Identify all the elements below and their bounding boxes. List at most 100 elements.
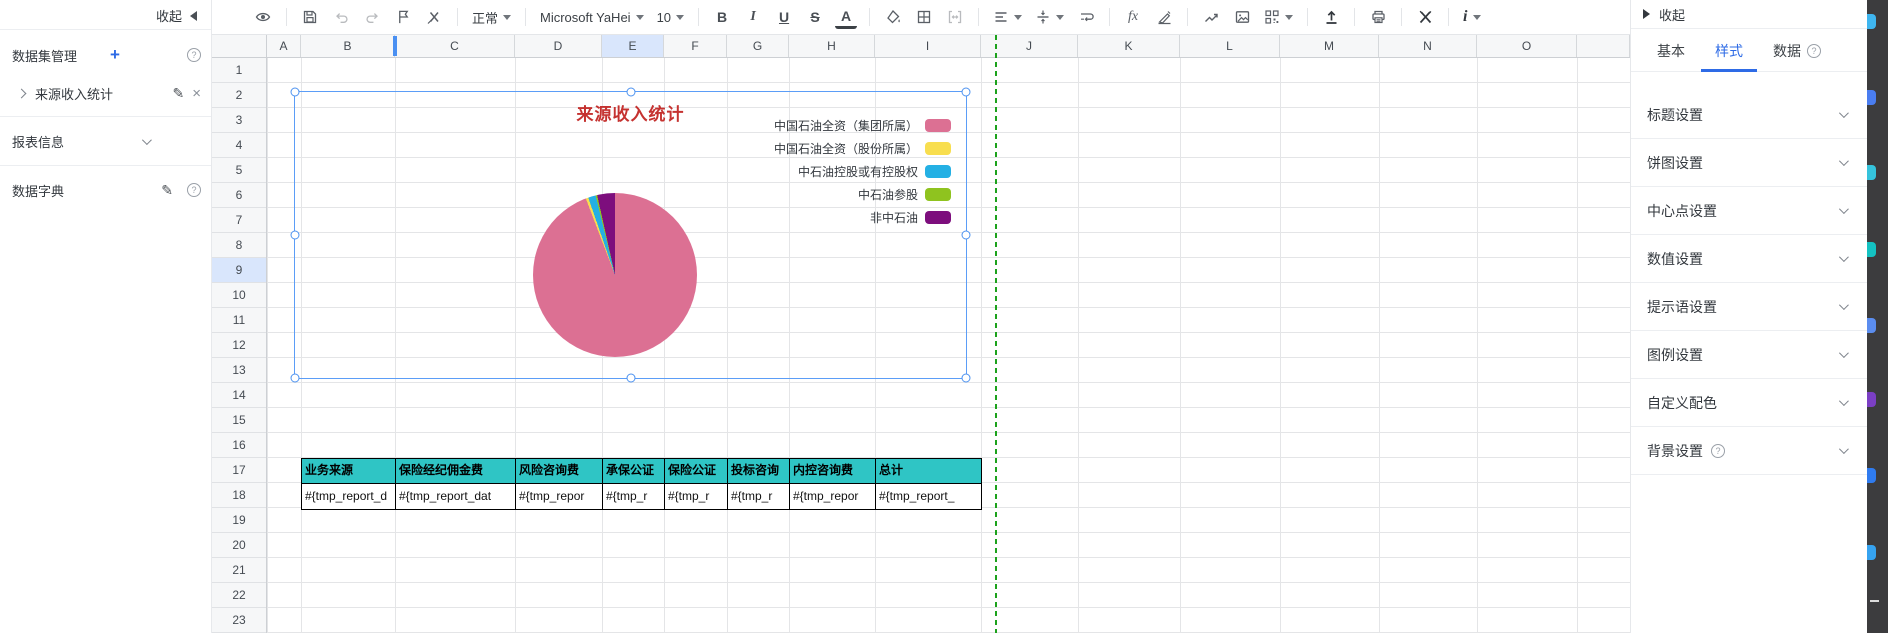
selection-handle[interactable] [626,373,635,383]
table-header-cell[interactable]: 保险公证 [664,458,728,484]
conditional-format-icon[interactable] [1153,5,1175,29]
section-4[interactable]: 数值设置 [1631,235,1868,283]
info-dropdown[interactable]: i [1461,8,1482,26]
table-value-cell[interactable]: #{tmp_repor [515,483,603,510]
toolkit-icon[interactable] [1414,5,1436,29]
dock-icon[interactable] [1867,165,1876,180]
section-1[interactable]: 标题设置 [1631,91,1868,139]
merge-cells-icon[interactable] [944,5,966,29]
redo-icon[interactable] [361,5,383,29]
row-header-21[interactable]: 21 [212,558,266,583]
dataset-help-icon[interactable]: ? [187,48,201,62]
column-header-extra[interactable] [1577,35,1630,57]
column-header-B[interactable]: B [301,35,395,57]
section-5[interactable]: 提示语设置 [1631,283,1868,331]
table-header-cell[interactable]: 投标咨询 [727,458,790,484]
column-header-F[interactable]: F [664,35,727,57]
column-header-G[interactable]: G [727,35,789,57]
column-header-A[interactable]: A [267,35,301,57]
dock-icon[interactable] [1867,14,1876,29]
preview-eye-icon[interactable] [252,5,274,29]
table-value-cell[interactable]: #{tmp_r [664,483,728,510]
tab-data-help-icon[interactable]: ? [1807,44,1821,58]
panel-collapse-label[interactable]: 收起 [1659,5,1685,24]
selection-handle[interactable] [290,87,300,97]
delete-dataset-icon[interactable]: × [192,85,201,102]
row-header-16[interactable]: 16 [212,433,266,458]
upload-icon[interactable] [1320,5,1342,29]
table-header-cell[interactable]: 总计 [875,458,982,484]
italic-icon[interactable]: I [742,5,764,29]
row-header-8[interactable]: 8 [212,233,266,258]
row-header-2[interactable]: 2 [212,83,266,108]
selection-handle[interactable] [290,373,300,383]
select-all-corner[interactable] [212,35,267,58]
print-icon[interactable] [1367,5,1389,29]
selection-handle[interactable] [961,373,971,383]
table-value-cell[interactable]: #{tmp_r [727,483,790,510]
column-header-M[interactable]: M [1280,35,1379,57]
column-header-O[interactable]: O [1477,35,1577,57]
selection-handle[interactable] [290,230,300,240]
row-header-20[interactable]: 20 [212,533,266,558]
dock-icon[interactable] [1867,90,1876,105]
insert-chart-icon[interactable] [1200,5,1222,29]
align-vertical-dropdown[interactable] [1033,9,1066,25]
row-header-1[interactable]: 1 [212,58,266,83]
row-header-19[interactable]: 19 [212,508,266,533]
row-header-23[interactable]: 23 [212,608,266,633]
pie-chart[interactable] [533,193,697,357]
tab-basic[interactable]: 基本 [1657,41,1685,61]
fill-color-icon[interactable] [882,5,904,29]
column-header-K[interactable]: K [1078,35,1180,57]
strikethrough-icon[interactable]: S [804,5,826,29]
bold-icon[interactable]: B [711,5,733,29]
align-horizontal-dropdown[interactable] [991,9,1024,25]
sidebar-collapse-button[interactable]: 收起 [156,6,197,25]
table-value-cell[interactable]: #{tmp_report_dat [395,483,516,510]
row-header-9[interactable]: 9 [212,258,266,283]
column-header-E[interactable]: E [602,35,664,57]
section-help-icon[interactable]: ? [1711,443,1725,458]
formula-fx-icon[interactable]: fx [1122,5,1144,29]
table-value-cell[interactable]: #{tmp_repor [789,483,876,510]
row-header-10[interactable]: 10 [212,283,266,308]
row-header-14[interactable]: 14 [212,383,266,408]
section-8[interactable]: 背景设置? [1631,427,1868,475]
column-header-N[interactable]: N [1379,35,1477,57]
row-header-7[interactable]: 7 [212,208,266,233]
dock-icon[interactable] [1867,392,1876,407]
dock-icon[interactable] [1867,318,1876,333]
table-header-cell[interactable]: 业务来源 [301,458,396,484]
dataset-item-row[interactable]: 来源收入统计 ✎ × [0,74,211,112]
text-wrap-icon[interactable] [1075,5,1097,29]
tab-data[interactable]: 数据 ? [1773,41,1821,61]
table-value-cell[interactable]: #{tmp_report_ [875,483,982,510]
column-header-D[interactable]: D [515,35,602,57]
table-header-cell[interactable]: 风险咨询费 [515,458,603,484]
column-header-I[interactable]: I [875,35,981,57]
add-dataset-icon[interactable]: + [110,45,120,65]
tab-style[interactable]: 样式 [1701,41,1757,72]
column-header-H[interactable]: H [789,35,875,57]
selection-handle[interactable] [961,230,971,240]
dock-icon[interactable] [1867,545,1876,560]
edit-dataset-icon[interactable]: ✎ [173,85,185,102]
row-header-22[interactable]: 22 [212,583,266,608]
row-header-11[interactable]: 11 [212,308,266,333]
clear-format-icon[interactable] [423,5,445,29]
underline-icon[interactable]: U [773,5,795,29]
insert-image-icon[interactable] [1231,5,1253,29]
row-header-13[interactable]: 13 [212,358,266,383]
report-info-row[interactable]: 报表信息 [0,117,211,165]
section-3[interactable]: 中心点设置 [1631,187,1868,235]
font-size-dropdown[interactable]: 10 [655,10,686,25]
dock-icon[interactable] [1867,468,1876,483]
table-value-cell[interactable]: #{tmp_report_d [301,483,396,510]
format-painter-icon[interactable] [392,5,414,29]
selection-handle[interactable] [961,87,971,97]
table-value-cell[interactable]: #{tmp_r [602,483,665,510]
dock-icon[interactable] [1867,242,1876,257]
insert-qrcode-dropdown[interactable] [1262,9,1295,25]
expand-right-icon[interactable] [16,88,27,98]
